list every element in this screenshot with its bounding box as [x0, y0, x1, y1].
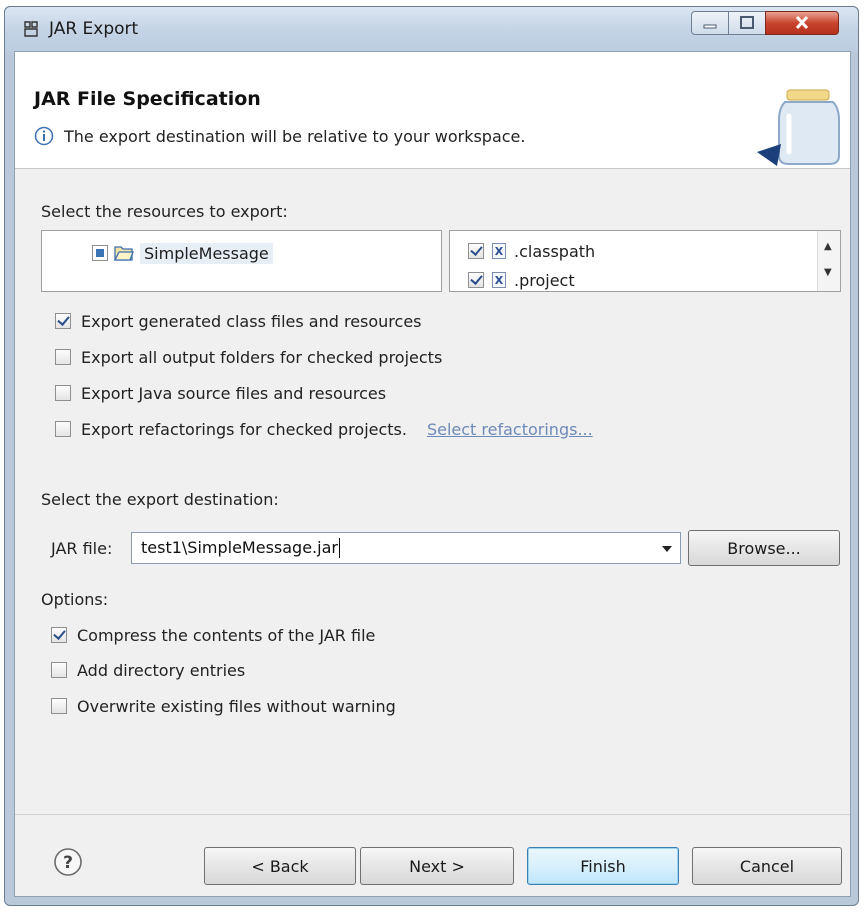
folder-icon — [114, 246, 134, 261]
jar-export-window: JAR Export JAR File Specification The ex… — [4, 6, 859, 906]
file-checkbox[interactable] — [468, 243, 484, 259]
close-icon — [795, 15, 809, 30]
option-label: Export refactorings for checked projects… — [81, 419, 407, 439]
chevron-down-icon[interactable] — [662, 546, 672, 552]
jar-icon — [757, 89, 840, 166]
export-option-output-folders[interactable]: Export all output folders for checked pr… — [55, 345, 442, 369]
file-row[interactable]: X .project — [468, 268, 575, 291]
checkbox[interactable] — [51, 662, 67, 678]
option-overwrite[interactable]: Overwrite existing files without warning — [51, 694, 396, 718]
option-label: Overwrite existing files without warning — [77, 696, 396, 716]
jar-export-icon — [24, 21, 38, 37]
destination-label: Select the export destination: — [41, 490, 279, 509]
scroll-down-icon[interactable]: ▼ — [824, 267, 832, 278]
page-title: JAR File Specification — [34, 88, 261, 110]
info-icon — [34, 126, 54, 146]
tree-item-label: SimpleMessage — [140, 242, 273, 264]
jar-file-value: test1\SimpleMessage.jar — [141, 538, 338, 557]
file-checkbox[interactable] — [468, 272, 484, 288]
finish-button[interactable]: Finish — [527, 847, 679, 885]
export-option-class-files[interactable]: Export generated class files and resourc… — [55, 309, 422, 333]
options-label: Options: — [41, 590, 109, 609]
window-title: JAR Export — [49, 19, 139, 39]
svg-text:?: ? — [63, 853, 73, 873]
file-row[interactable]: X .classpath — [468, 239, 595, 263]
select-refactorings-link[interactable]: Select refactorings... — [427, 420, 593, 439]
tree-item-simplemessage[interactable]: SimpleMessage — [92, 241, 273, 265]
resources-label: Select the resources to export: — [41, 202, 288, 221]
wizard-header: JAR File Specification The export destin… — [15, 52, 850, 169]
title-bar[interactable]: JAR Export — [5, 7, 858, 51]
option-label: Export generated class files and resourc… — [81, 311, 422, 331]
maximize-button[interactable] — [728, 11, 766, 35]
back-button[interactable]: < Back — [204, 847, 356, 885]
maximize-icon — [740, 16, 754, 29]
tree-item-checkbox[interactable] — [92, 245, 108, 261]
xml-file-icon: X — [492, 243, 506, 259]
file-name: .classpath — [514, 241, 596, 261]
option-compress[interactable]: Compress the contents of the JAR file — [51, 623, 375, 647]
option-label: Add directory entries — [77, 660, 246, 680]
header-message: The export destination will be relative … — [64, 127, 526, 146]
minimize-button[interactable] — [691, 11, 729, 35]
browse-button[interactable]: Browse... — [688, 530, 840, 566]
file-name: .project — [514, 270, 575, 290]
checkbox[interactable] — [55, 313, 71, 329]
vertical-scrollbar[interactable]: ▲ ▼ — [817, 231, 840, 291]
xml-file-icon: X — [492, 272, 506, 288]
button-bar-separator — [15, 814, 850, 815]
option-directory-entries[interactable]: Add directory entries — [51, 658, 245, 682]
option-label: Compress the contents of the JAR file — [77, 625, 376, 645]
jar-file-combo[interactable]: test1\SimpleMessage.jar — [131, 532, 681, 564]
export-option-java-source[interactable]: Export Java source files and resources — [55, 381, 386, 405]
checkbox[interactable] — [55, 385, 71, 401]
dialog-content: JAR File Specification The export destin… — [14, 51, 851, 897]
checkbox[interactable] — [51, 627, 67, 643]
cancel-button[interactable]: Cancel — [692, 847, 842, 885]
help-icon[interactable]: ? — [53, 847, 83, 877]
checkbox[interactable] — [51, 698, 67, 714]
option-label: Export Java source files and resources — [81, 383, 387, 403]
text-caret — [339, 538, 340, 558]
checkbox[interactable] — [55, 349, 71, 365]
close-button[interactable] — [765, 11, 839, 35]
resource-tree[interactable]: SimpleMessage — [41, 230, 442, 292]
export-option-refactorings[interactable]: Export refactorings for checked projects… — [55, 417, 593, 441]
next-button[interactable]: Next > — [360, 847, 514, 885]
scroll-up-icon[interactable]: ▲ — [824, 241, 832, 252]
file-list[interactable]: X .classpath X .project ▲ ▼ — [449, 230, 841, 292]
minimize-icon — [703, 24, 717, 29]
checkbox[interactable] — [55, 421, 71, 437]
option-label: Export all output folders for checked pr… — [81, 347, 443, 367]
jar-file-label: JAR file: — [51, 539, 113, 558]
